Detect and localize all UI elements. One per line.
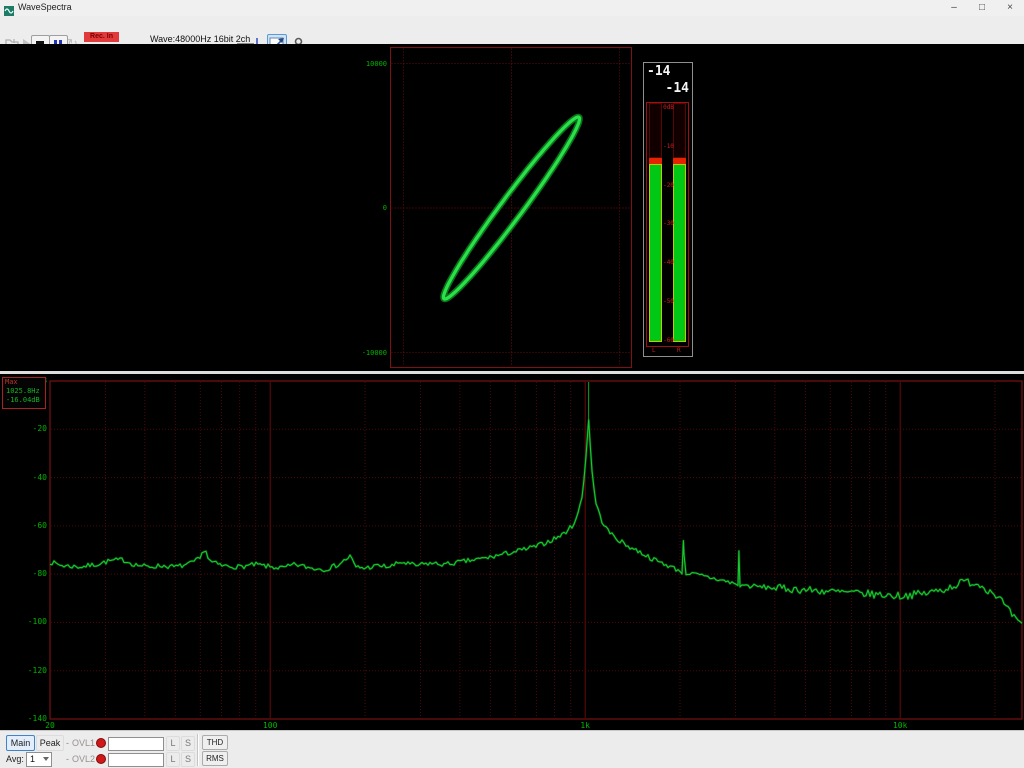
titlebar: WaveSpectra – □ × [0, 0, 1024, 17]
level-meter-panel: -14 -14 0dB -10 -20 -30 -40 -50 -60 L R [643, 62, 693, 357]
lissajous-y-tick-label: 10000 [365, 59, 387, 68]
rec-indicator: Rec. In [84, 32, 119, 42]
avg-select[interactable]: 1 [26, 752, 52, 767]
ovl2-input[interactable] [108, 753, 164, 767]
lissajous-y-tick-label: -10000 [361, 348, 387, 357]
ovl1-input[interactable] [108, 737, 164, 751]
max-readout-box: Max 1025.8Hz -16.04dB [2, 377, 46, 409]
max-frequency-value: 1025.8Hz [6, 387, 40, 395]
ovl2-label: OVL2 [72, 754, 96, 764]
app-window: WaveSpectra – □ × ↻ Rec. In Wave:48000Hz… [0, 0, 1024, 768]
peak-readout-right: -14 [665, 81, 689, 96]
maximize-button[interactable]: □ [968, 0, 996, 16]
max-label: Max [5, 378, 18, 386]
meter-channel-left-label: L [652, 347, 656, 354]
meter-scale-label: -10 [663, 142, 674, 150]
meter-scale-label: -40 [663, 259, 674, 267]
spectrum-x-tick-label: 100 [262, 721, 278, 730]
ovl1-led [96, 738, 106, 748]
spectrum-y-tick-label: -80 [32, 569, 47, 579]
spectrum-y-tick-label: -40 [32, 472, 47, 482]
spectrum-x-tick-label: 10k [892, 721, 908, 730]
spectrum-x-tick-label: 1k [580, 721, 590, 730]
meter-bar-right [673, 164, 686, 342]
avg-value: 1 [30, 754, 36, 764]
peak-readout-left: -14 [647, 64, 671, 79]
meter-scale-label: -20 [663, 181, 674, 189]
s-button-row2[interactable]: S [181, 752, 195, 767]
meter-scale-label: -60 [663, 336, 674, 344]
rms-button[interactable]: RMS [202, 751, 228, 766]
minimize-button[interactable]: – [940, 0, 968, 16]
peak-toggle-button[interactable]: Peak [36, 735, 64, 751]
dash-separator: - [66, 754, 69, 764]
window-title: WaveSpectra [18, 2, 72, 12]
lissajous-plot [390, 47, 632, 368]
divider [197, 734, 198, 766]
meter-scale-label: 0dB [663, 104, 674, 111]
meter-channel-right-label: R [677, 347, 681, 354]
lissajous-y-tick-label: 0 [382, 204, 387, 212]
main-tab-button[interactable]: Main [6, 735, 35, 751]
spectrum-y-tick-label: -100 [27, 617, 47, 627]
chevron-down-icon [43, 757, 49, 761]
spectrum-y-tick-label: -120 [27, 665, 47, 675]
avg-label: Avg: [6, 754, 24, 764]
l-button-row1[interactable]: L [166, 736, 180, 751]
l-button-row2[interactable]: L [166, 752, 180, 767]
meter-bar-left-unlit [649, 103, 662, 158]
max-level-value: -16.04dB [6, 396, 40, 404]
ovl2-led [96, 754, 106, 764]
close-button[interactable]: × [996, 0, 1024, 16]
meter-scale-label: -50 [663, 298, 674, 305]
meter-frame: 0dB -10 -20 -30 -40 -50 -60 [646, 102, 689, 347]
spectrum-plot [49, 380, 1023, 720]
ovl1-label: OVL1 [72, 738, 96, 748]
spectrum-x-tick-label: 20 [45, 721, 55, 730]
meter-scale-label: -30 [663, 220, 674, 228]
meter-bar-left [649, 164, 662, 342]
spectrum-y-tick-label: -20 [32, 424, 47, 434]
thd-button[interactable]: THD [202, 735, 228, 750]
toolbar: ↻ Rec. In Wave:48000Hz 16bit 2ch FFT:327… [0, 16, 1024, 57]
dash-separator: - [66, 738, 69, 748]
s-button-row1[interactable]: S [181, 736, 195, 751]
bottom-control-bar: Main Peak - OVL1 L S THD Avg: 1 - OVL2 L… [0, 730, 1024, 768]
spectrum-y-tick-label: -60 [32, 520, 47, 530]
wave-format-status: Wave:48000Hz 16bit 2ch [150, 34, 251, 44]
